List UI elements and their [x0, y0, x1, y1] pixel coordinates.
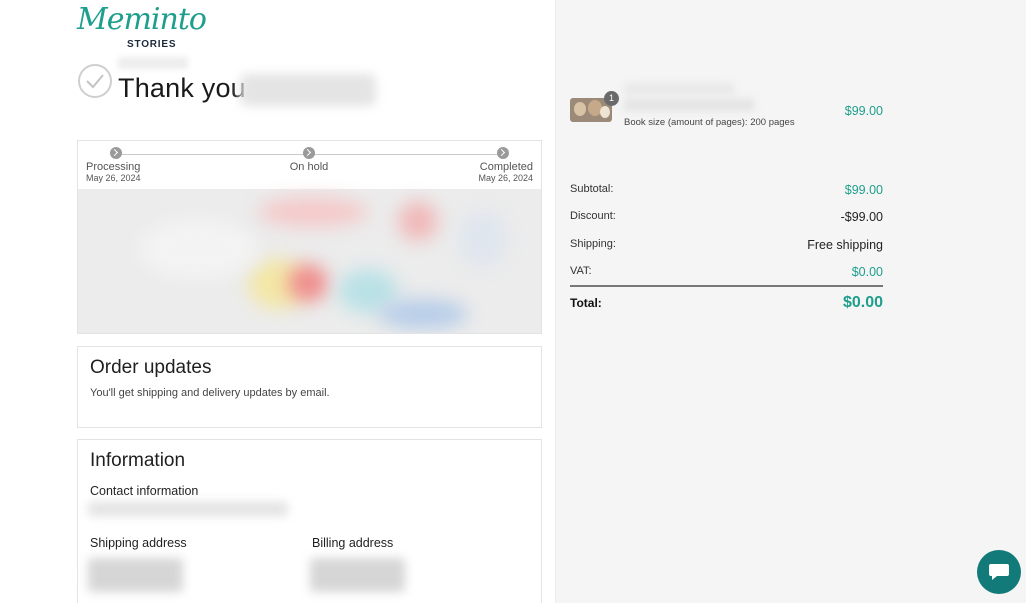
redacted-product-name	[624, 83, 734, 95]
step-date: May 26, 2024	[478, 173, 533, 183]
redacted-shipping-address	[88, 558, 183, 592]
redacted-order-number	[118, 57, 188, 69]
chevron-right-icon	[303, 147, 315, 159]
information-card: Information Contact information Shipping…	[77, 439, 542, 603]
step-label: On hold	[289, 161, 329, 173]
total-label: Total:	[570, 296, 602, 310]
redacted-product-detail	[624, 99, 754, 111]
vat-value: $0.00	[851, 265, 883, 279]
total-value: $0.00	[842, 294, 883, 311]
order-status-card: Processing May 26, 2024 On hold Complete…	[77, 140, 542, 334]
discount-value: -$99.00	[840, 210, 883, 224]
summary-divider	[570, 285, 883, 287]
shipping-address-label: Shipping address	[90, 536, 187, 550]
discount-label: Discount:	[570, 210, 616, 222]
product-price: $99.00	[844, 104, 883, 118]
order-updates-title: Order updates	[90, 357, 212, 378]
order-updates-card: Order updates You'll get shipping and de…	[77, 346, 542, 428]
check-circle-icon	[78, 64, 112, 98]
subtotal-label: Subtotal:	[570, 183, 614, 195]
logo-script: Meminto	[77, 2, 207, 37]
information-title: Information	[90, 450, 186, 471]
chevron-right-icon	[497, 147, 509, 159]
step-on-hold: On hold	[288, 147, 330, 173]
order-updates-text: You'll get shipping and delivery updates…	[90, 387, 330, 399]
meminto-logo[interactable]: Meminto STORIES	[77, 2, 207, 52]
vat-label: VAT:	[570, 265, 592, 277]
chat-bubble-icon	[989, 564, 1009, 580]
subtotal-value: $99.00	[844, 183, 883, 197]
product-variant: Book size (amount of pages): 200 pages	[624, 117, 795, 128]
redacted-billing-address	[310, 558, 405, 592]
step-processing: Processing May 26, 2024	[86, 147, 141, 183]
chevron-right-icon	[110, 147, 122, 159]
shipping-value: Free shipping	[807, 238, 883, 252]
shipping-label: Shipping:	[570, 238, 616, 250]
billing-address-label: Billing address	[312, 536, 394, 550]
blurred-map	[78, 189, 541, 333]
redacted-contact	[88, 502, 288, 516]
step-completed: Completed May 26, 2024	[473, 147, 533, 183]
step-label: Processing	[86, 161, 141, 173]
step-date: May 26, 2024	[86, 173, 141, 183]
quantity-badge: 1	[604, 91, 619, 106]
redacted-customer-name	[240, 74, 376, 106]
chat-launcher-button[interactable]	[977, 550, 1021, 594]
logo-subtitle: STORIES	[127, 39, 177, 50]
status-tracker: Processing May 26, 2024 On hold Complete…	[78, 141, 541, 189]
thank-you-heading: Thank you	[118, 73, 246, 103]
order-confirmation-panel: Meminto STORIES Thank you Processing May…	[0, 0, 555, 603]
step-label: Completed	[479, 161, 533, 173]
contact-information-label: Contact information	[90, 484, 199, 498]
